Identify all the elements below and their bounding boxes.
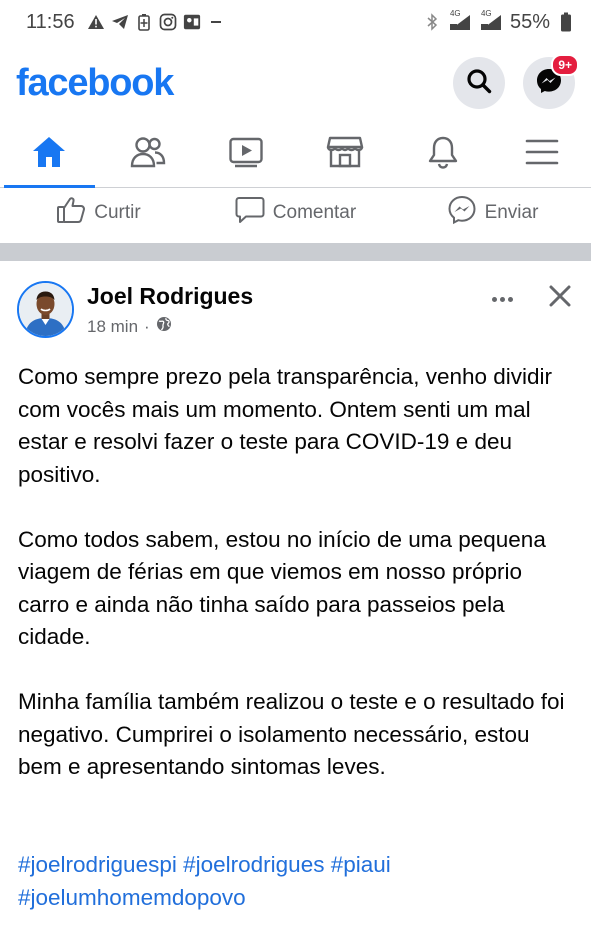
avatar[interactable]	[17, 281, 74, 338]
status-time: 11:56	[26, 10, 75, 33]
thumbs-up-icon	[56, 196, 86, 230]
status-left: 11:56	[26, 11, 225, 34]
network-type-label: 4G	[449, 9, 461, 18]
comment-button[interactable]: Comentar	[197, 196, 394, 230]
battery-icon	[557, 12, 575, 32]
hamburger-menu-icon	[525, 137, 559, 172]
signal-icon: 4G	[448, 9, 472, 31]
search-button[interactable]	[453, 57, 505, 109]
status-bar: 11:56 4G 4G 55%	[0, 0, 591, 44]
hashtag-link[interactable]: #joelrodriguespi	[18, 852, 177, 877]
post-text: Como sempre prezo pela transparência, ve…	[18, 361, 578, 816]
tab-friends[interactable]	[99, 122, 198, 187]
signal-icon-2: 4G	[479, 9, 503, 31]
comment-label: Comentar	[272, 202, 357, 223]
tab-menu[interactable]	[493, 122, 591, 187]
header-actions: 9+	[453, 54, 579, 109]
home-icon	[31, 135, 67, 174]
network-type-label-2: 4G	[480, 9, 492, 18]
more-dot	[491, 296, 497, 302]
comment-icon	[235, 196, 265, 230]
watch-icon	[228, 135, 264, 174]
post-author-name[interactable]: Joel Rodrigues	[87, 283, 253, 310]
battery-saver-icon	[135, 13, 153, 31]
close-icon	[549, 285, 571, 312]
more-dot	[499, 296, 505, 302]
search-icon	[466, 68, 492, 99]
vpn-icon	[183, 13, 201, 31]
friends-icon	[129, 135, 167, 174]
messenger-button[interactable]: 9+	[523, 54, 579, 109]
status-notification-icons	[87, 13, 225, 31]
meta-separator: ·	[144, 316, 150, 336]
bluetooth-icon	[423, 13, 441, 31]
post-paragraph: Minha família também realizou o teste e …	[18, 689, 565, 779]
tab-notifications[interactable]	[394, 122, 493, 187]
post-header: Joel Rodrigues 18 min ·	[17, 281, 577, 341]
warning-icon	[87, 13, 105, 31]
hashtag-link[interactable]: #joelumhomemdopovo	[18, 885, 246, 910]
post-card: Joel Rodrigues 18 min · Como sempre prez…	[0, 261, 591, 934]
nav-tabs	[0, 122, 591, 188]
app-header: facebook 9+	[0, 44, 591, 122]
post-meta: 18 min ·	[87, 316, 172, 337]
close-post-button[interactable]	[547, 285, 573, 311]
minus-icon	[207, 13, 225, 31]
instagram-icon	[159, 13, 177, 31]
telegram-icon	[111, 13, 129, 31]
send-button[interactable]: Enviar	[394, 195, 591, 231]
feed-separator	[0, 243, 591, 261]
like-label: Curtir	[94, 202, 141, 223]
like-button[interactable]: Curtir	[0, 196, 197, 230]
status-right: 4G 4G 55%	[423, 9, 575, 34]
post-action-bar: Curtir Comentar Enviar	[0, 189, 591, 237]
more-dot	[507, 296, 513, 302]
messenger-send-icon	[447, 195, 477, 231]
post-time[interactable]: 18 min	[87, 317, 138, 337]
post-paragraph: Como todos sabem, estou no início de uma…	[18, 526, 546, 650]
send-label: Enviar	[484, 202, 539, 223]
tab-marketplace[interactable]	[296, 122, 395, 187]
hashtag-link[interactable]: #piaui	[331, 852, 391, 877]
messenger-badge: 9+	[551, 54, 579, 76]
hashtag-link[interactable]: #joelrodrigues	[183, 852, 324, 877]
post-paragraph: Como sempre prezo pela transparência, ve…	[18, 364, 553, 487]
battery-percent: 55%	[509, 10, 550, 33]
marketplace-icon	[326, 135, 364, 174]
globe-icon	[156, 316, 172, 337]
post-hashtags: #joelrodriguespi #joelrodrigues #piaui #…	[18, 849, 578, 914]
more-options-button[interactable]	[487, 289, 517, 309]
tab-home[interactable]	[0, 122, 99, 188]
tab-watch[interactable]	[197, 122, 296, 187]
facebook-logo[interactable]: facebook	[16, 62, 174, 105]
bell-icon	[426, 135, 460, 174]
